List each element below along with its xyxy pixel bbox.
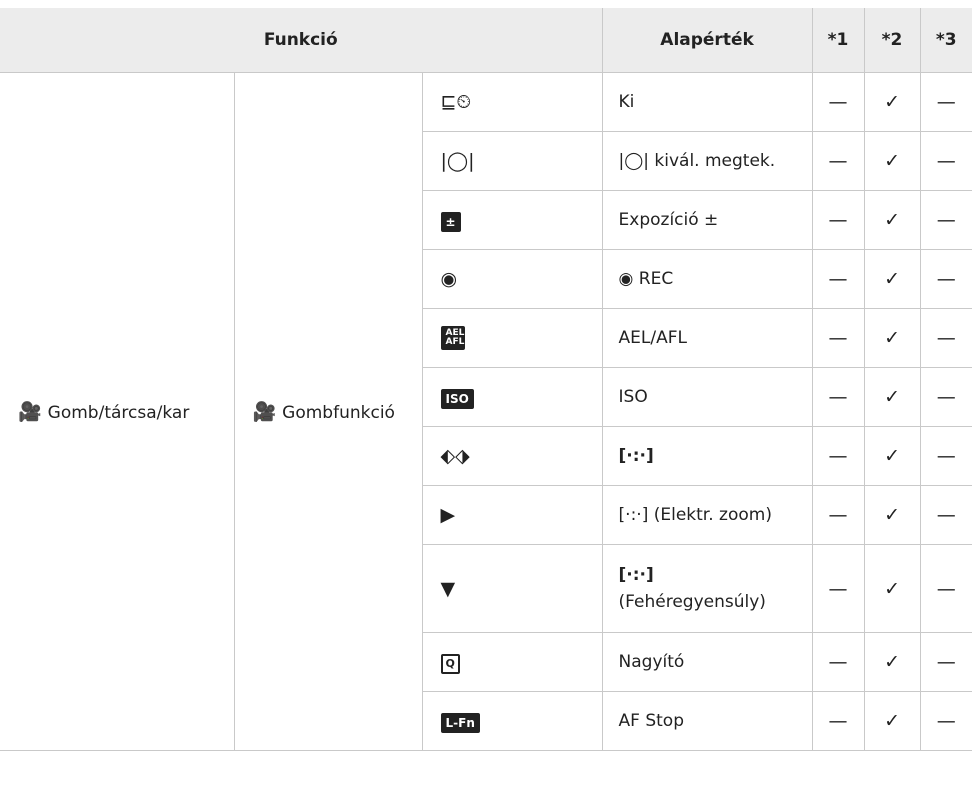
- iso-icon: ISO: [422, 367, 603, 427]
- header-c2: *2: [863, 8, 921, 73]
- dash-mark: —: [811, 485, 865, 545]
- exposure-icon: ±: [422, 190, 603, 250]
- default-value: AEL/AFL: [601, 308, 813, 368]
- dash-mark: —: [811, 72, 865, 132]
- check-mark: ✓: [863, 249, 921, 309]
- default-value: |◯| kivál. megtek.: [601, 131, 813, 191]
- rec-icon: ◉: [422, 249, 603, 309]
- preview-icon: |◯|: [422, 131, 603, 191]
- default-value: AF Stop: [601, 691, 813, 751]
- dash-mark: —: [811, 691, 865, 751]
- function-table: Funkció Alapérték *1 *2 *3 🎥 Gomb/tárcsa/…: [0, 8, 972, 751]
- group-level2: 🎥 Gombfunkció: [233, 72, 423, 751]
- default-value: Ki: [601, 72, 813, 132]
- dash-mark: —: [919, 485, 972, 545]
- default-value: Expozíció ±: [601, 190, 813, 250]
- dash-mark: —: [919, 691, 972, 751]
- dash-mark: —: [811, 131, 865, 191]
- header-c1: *1: [811, 8, 865, 73]
- dash-mark: —: [919, 632, 972, 692]
- dash-mark: —: [811, 632, 865, 692]
- check-mark: ✓: [863, 131, 921, 191]
- default-value: [·:·] (Fehéregyensúly): [601, 544, 813, 633]
- table-row: 🎥 Gomb/tárcsa/kar 🎥 Gombfunkció ⊑⏲ Ki — ✓ …: [0, 72, 972, 751]
- dash-mark: —: [919, 249, 972, 309]
- play-icon: ▶: [422, 485, 603, 545]
- default-value: [·:·]: [601, 426, 813, 486]
- lfn-icon: L-Fn: [422, 691, 603, 751]
- header-funkcio: Funkció: [0, 8, 603, 73]
- dash-mark: —: [811, 190, 865, 250]
- default-value: Nagyító: [601, 632, 813, 692]
- down-arrow-icon: ▼: [422, 544, 603, 633]
- dash-mark: —: [919, 367, 972, 427]
- dash-mark: —: [919, 308, 972, 368]
- dash-mark: —: [811, 308, 865, 368]
- group-level1: 🎥 Gomb/tárcsa/kar: [0, 72, 235, 751]
- dash-mark: —: [919, 131, 972, 191]
- arrow-pad-icon: ⬖⬗: [422, 426, 603, 486]
- dash-mark: —: [811, 249, 865, 309]
- default-value: ◉ REC: [601, 249, 813, 309]
- group-level1-label: Gomb/tárcsa/kar: [47, 403, 190, 423]
- check-mark: ✓: [863, 190, 921, 250]
- dash-mark: —: [811, 367, 865, 427]
- movie-icon: 🎥: [252, 401, 277, 423]
- check-mark: ✓: [863, 632, 921, 692]
- movie-icon: 🎥: [18, 401, 42, 423]
- check-mark: ✓: [863, 485, 921, 545]
- default-value: ISO: [601, 367, 813, 427]
- magnifier-icon: Q: [422, 632, 603, 692]
- drive-timer-icon: ⊑⏲: [421, 72, 603, 132]
- dash-mark: —: [919, 544, 972, 633]
- dash-mark: —: [811, 544, 865, 633]
- header-c3: *3: [919, 8, 972, 73]
- header-alapertek: Alapérték: [601, 8, 813, 73]
- dash-mark: —: [919, 426, 972, 486]
- check-mark: ✓: [863, 544, 921, 633]
- default-value: [·:·] (Elektr. zoom): [601, 485, 813, 545]
- dash-mark: —: [919, 190, 972, 250]
- check-mark: ✓: [863, 367, 921, 427]
- group-level2-label: Gombfunkció: [282, 403, 395, 423]
- check-mark: ✓: [863, 691, 921, 751]
- dash-mark: —: [919, 72, 972, 132]
- check-mark: ✓: [863, 308, 921, 368]
- dash-mark: —: [811, 426, 865, 486]
- check-mark: ✓: [863, 426, 921, 486]
- check-mark: ✓: [863, 72, 921, 132]
- ael-afl-icon: AEL AFL: [422, 308, 603, 368]
- header-row: Funkció Alapérték *1 *2 *3: [0, 8, 972, 73]
